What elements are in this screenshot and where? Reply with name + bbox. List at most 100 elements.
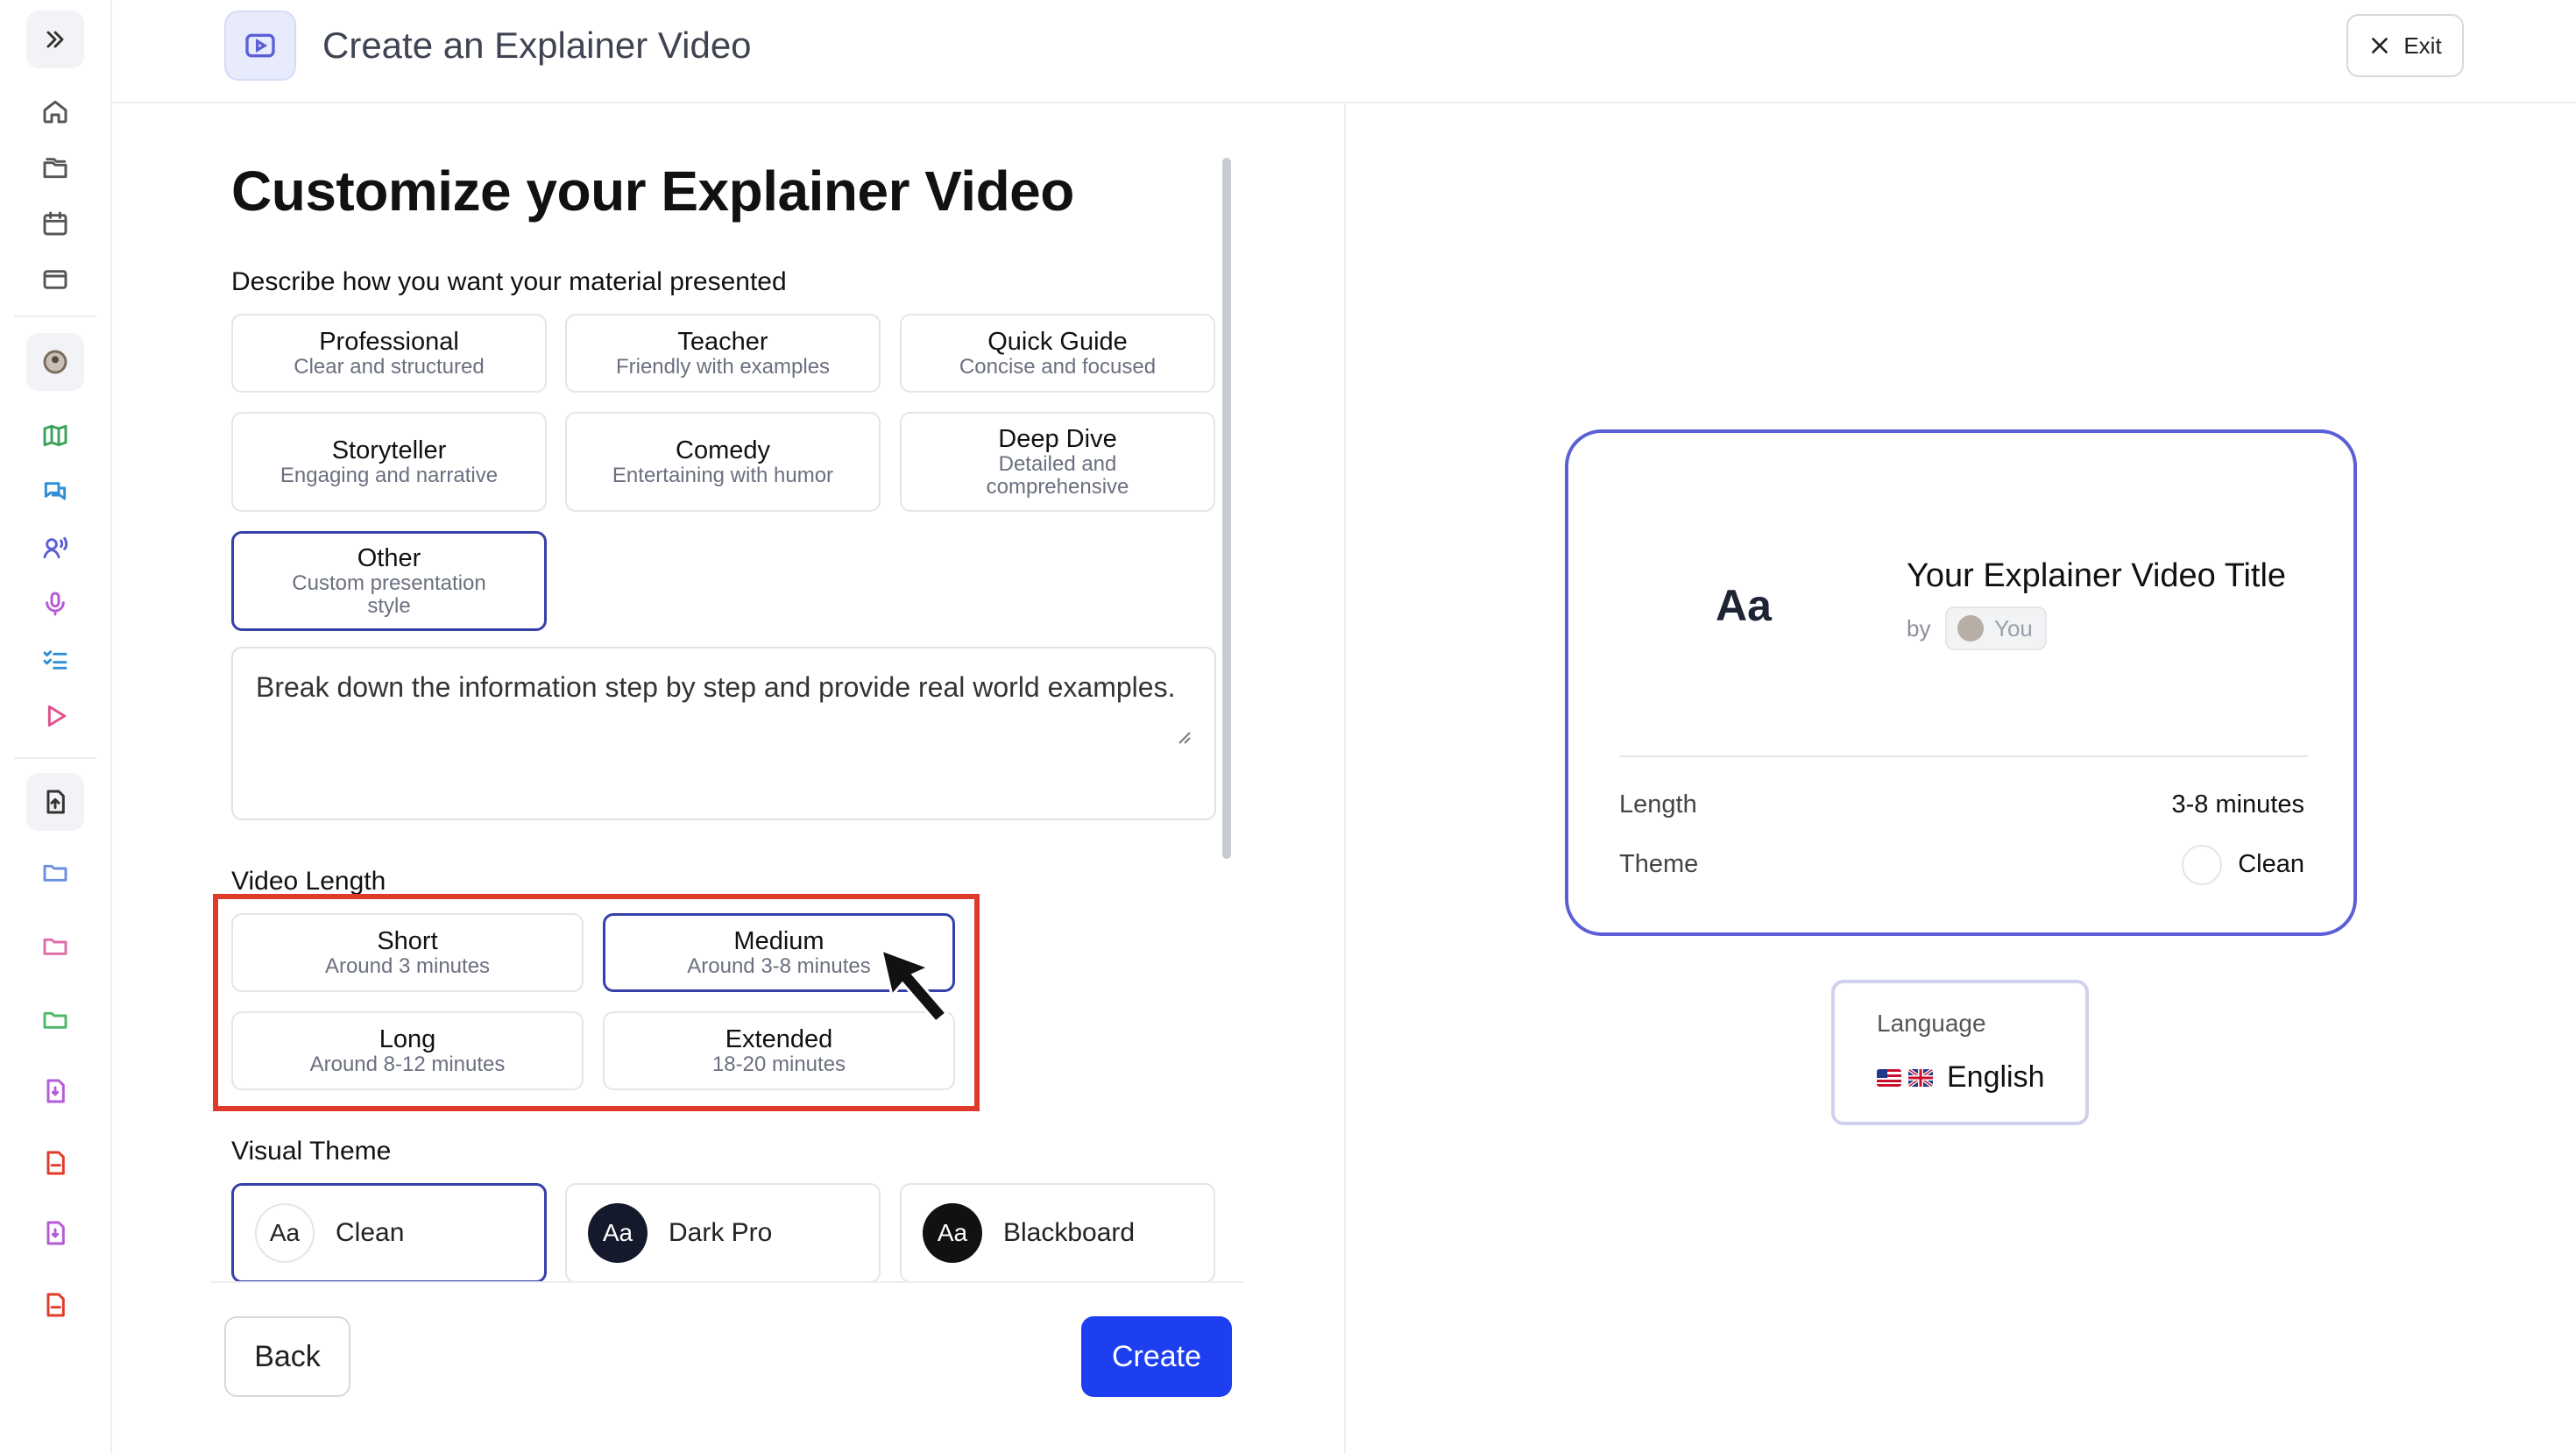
home-button[interactable]	[26, 82, 84, 140]
uk-flag-icon	[1908, 1068, 1933, 1087]
theme-swatch: Aa	[588, 1203, 648, 1263]
upload-file-icon	[46, 790, 65, 814]
theme-swatch-dot	[2182, 845, 2222, 885]
option-title: Comedy	[676, 436, 770, 464]
video-badge	[224, 11, 296, 81]
pdf-file-button-2[interactable]	[26, 1276, 84, 1334]
theme-swatch: Aa	[923, 1203, 982, 1263]
preview-by: by	[1907, 615, 1931, 641]
folder-icon	[43, 938, 67, 955]
calendar-button[interactable]	[26, 195, 84, 252]
option-title: Deep Dive	[998, 425, 1117, 453]
chat-button[interactable]	[26, 463, 84, 521]
preview-card: Aa Your Explainer Video Title by You Len…	[1565, 429, 2357, 936]
author-chip: You	[1945, 606, 2047, 650]
language-label: Language	[1877, 1010, 1986, 1037]
window-button[interactable]	[26, 251, 84, 308]
preview-title: Your Explainer Video Title	[1907, 557, 2287, 594]
folder-blue-button[interactable]	[26, 843, 84, 901]
audio-file-button[interactable]	[26, 1062, 84, 1120]
theme-option-dark-pro[interactable]: Aa Dark Pro	[565, 1183, 881, 1283]
expand-sidebar-button[interactable]	[26, 11, 84, 68]
play-icon	[47, 705, 67, 727]
style-option-quick-guide[interactable]: Quick Guide Concise and focused	[900, 314, 1215, 393]
avatar-icon	[43, 350, 67, 374]
panel-divider	[1344, 103, 1346, 1453]
pdf-file-icon	[46, 1151, 65, 1175]
style-option-professional[interactable]: Professional Clear and structured	[231, 314, 547, 393]
folder-pink-button[interactable]	[26, 917, 84, 975]
left-rail	[0, 0, 112, 1453]
option-subtitle: Engaging and narrative	[280, 464, 499, 487]
resize-handle-icon[interactable]	[1174, 727, 1192, 745]
microphone-button[interactable]	[26, 575, 84, 633]
map-button[interactable]	[26, 407, 84, 464]
option-title: Professional	[319, 328, 459, 356]
audio-file-button-2[interactable]	[26, 1204, 84, 1262]
exit-button[interactable]: Exit	[2346, 14, 2464, 77]
option-subtitle: Clear and structured	[294, 355, 485, 379]
author-name: You	[1994, 614, 2033, 641]
speaking-person-icon	[43, 536, 68, 559]
theme-name: Clean	[336, 1218, 405, 1247]
option-subtitle: Friendly with examples	[615, 355, 831, 379]
theme-name: Blackboard	[1003, 1218, 1136, 1247]
custom-style-textarea[interactable]: Break down the information step by step …	[231, 647, 1216, 820]
language-value: English	[1947, 1060, 2045, 1094]
option-subtitle: Concise and focused	[959, 355, 1157, 379]
folder-icon	[43, 864, 67, 882]
profile-button[interactable]	[26, 333, 84, 391]
double-chevron-right-icon	[46, 31, 64, 48]
back-button[interactable]: Back	[224, 1316, 350, 1397]
option-title: Quick Guide	[987, 328, 1128, 356]
language-selector[interactable]: Language English	[1831, 980, 2089, 1125]
style-option-other[interactable]: Other Custom presentation style	[231, 531, 547, 631]
length-value: 3-8 minutes	[2171, 790, 2304, 819]
option-subtitle: Detailed and comprehensive	[986, 452, 1129, 499]
top-header: Create an Explainer Video Exit	[112, 0, 2576, 103]
theme-option-clean[interactable]: Aa Clean	[231, 1183, 547, 1283]
theme-swatch: Aa	[255, 1203, 315, 1263]
window-icon	[43, 270, 67, 289]
language-row: English	[1877, 1060, 2045, 1095]
theme-key: Theme	[1619, 850, 1699, 878]
play-video-icon	[245, 33, 275, 58]
style-option-deep-dive[interactable]: Deep Dive Detailed and comprehensive	[900, 412, 1215, 512]
audio-file-icon	[46, 1079, 65, 1103]
chat-bubbles-icon	[44, 482, 67, 500]
pdf-file-button[interactable]	[26, 1134, 84, 1192]
folders-button[interactable]	[26, 138, 84, 196]
theme-option-blackboard[interactable]: Aa Blackboard	[900, 1183, 1215, 1283]
style-option-storyteller[interactable]: Storyteller Engaging and narrative	[231, 412, 547, 512]
form-scrollbar[interactable]	[1222, 158, 1231, 859]
microphone-icon	[46, 592, 65, 616]
upload-button[interactable]	[26, 773, 84, 831]
option-title: Other	[357, 544, 421, 572]
style-option-comedy[interactable]: Comedy Entertaining with humor	[565, 412, 881, 512]
folder-green-button[interactable]	[26, 990, 84, 1048]
mouse-cursor-icon	[879, 947, 949, 1024]
exit-label: Exit	[2403, 32, 2442, 59]
option-subtitle: Entertaining with humor	[612, 464, 834, 487]
page-title: Create an Explainer Video	[322, 25, 752, 66]
avatar	[1957, 615, 1984, 641]
us-flag-icon	[1877, 1068, 1901, 1087]
play-button[interactable]	[26, 687, 84, 745]
checklist-button[interactable]	[26, 631, 84, 689]
folder-icon	[43, 1011, 67, 1029]
voice-button[interactable]	[26, 519, 84, 577]
style-option-teacher[interactable]: Teacher Friendly with examples	[565, 314, 881, 393]
option-title: Storyteller	[331, 436, 447, 464]
close-icon	[2372, 38, 2388, 53]
length-key: Length	[1619, 790, 1697, 819]
map-icon	[43, 424, 67, 447]
option-subtitle: Custom presentation style	[292, 571, 486, 618]
preview-glyph: Aa	[1716, 581, 1772, 630]
theme-name: Dark Pro	[669, 1218, 773, 1247]
home-icon	[43, 100, 67, 124]
calendar-icon	[43, 211, 67, 236]
create-button[interactable]: Create	[1081, 1316, 1232, 1397]
audio-file-icon	[46, 1221, 65, 1245]
form-title: Customize your Explainer Video	[231, 159, 1074, 223]
style-label: Describe how you want your material pres…	[231, 267, 787, 296]
